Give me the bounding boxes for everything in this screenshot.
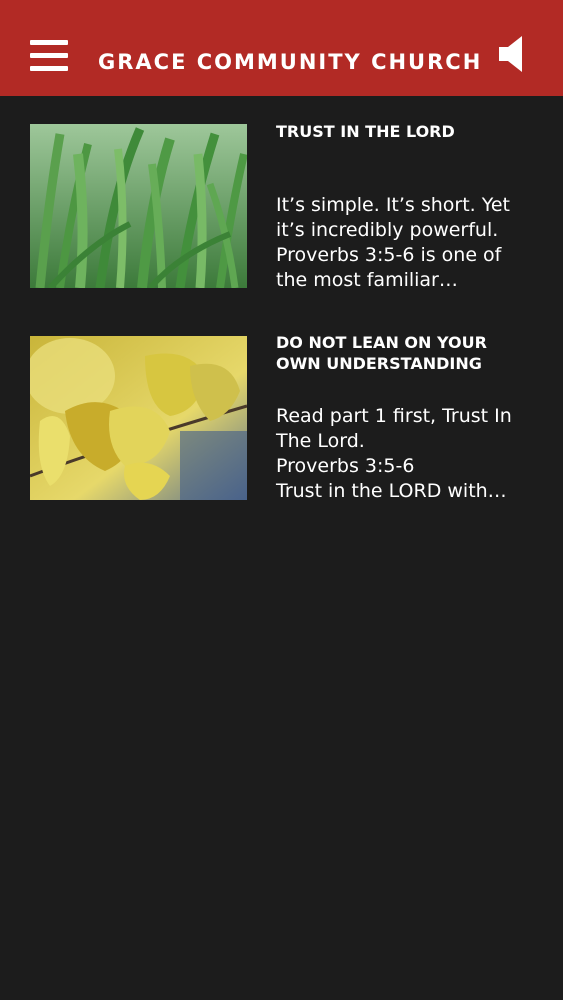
menu-button[interactable] xyxy=(30,40,70,72)
speaker-icon xyxy=(499,36,522,72)
app-header: GRACE COMMUNITY CHURCH xyxy=(0,0,563,96)
article-item[interactable]: TRUST IN THE LORD It’s simple. It’s shor… xyxy=(0,96,563,291)
app-title: GRACE COMMUNITY CHURCH xyxy=(98,50,483,74)
article-title: TRUST IN THE LORD xyxy=(276,122,455,141)
article-title: DO NOT LEAN ON YOUR OWN UNDERSTANDING xyxy=(276,333,487,373)
article-item[interactable]: DO NOT LEAN ON YOUR OWN UNDERSTANDING Re… xyxy=(0,307,563,502)
article-thumbnail-grass xyxy=(30,124,247,288)
article-excerpt: It’s simple. It’s short. Yet it’s incred… xyxy=(276,194,510,291)
article-excerpt: Read part 1 first, Trust In The Lord. Pr… xyxy=(276,405,512,502)
sound-button[interactable] xyxy=(497,34,527,74)
article-thumbnail-leaves xyxy=(30,336,247,500)
hamburger-menu-icon xyxy=(30,40,68,45)
